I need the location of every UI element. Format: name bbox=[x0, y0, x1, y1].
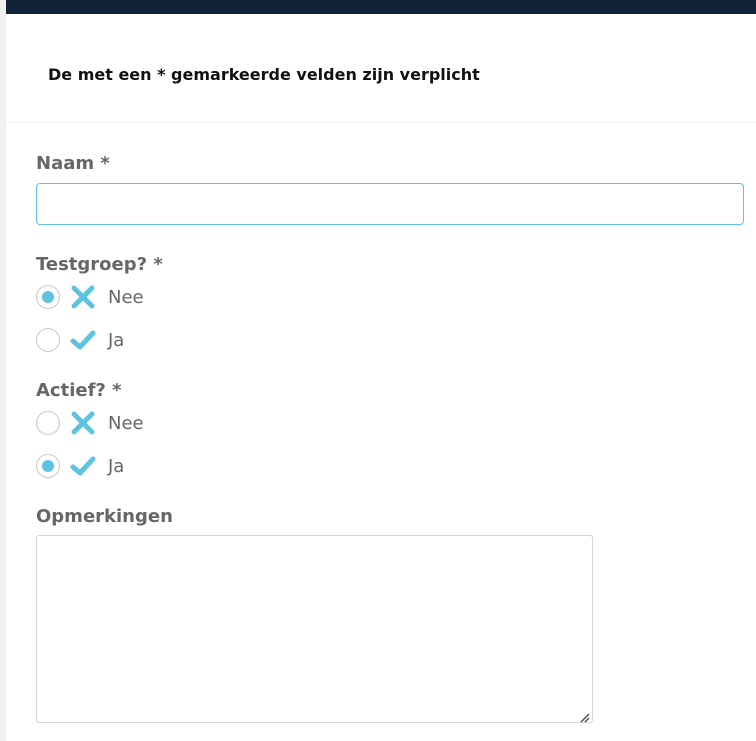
actief-ja-radio[interactable] bbox=[36, 454, 60, 478]
divider bbox=[6, 122, 756, 123]
radio-selected-dot bbox=[42, 460, 54, 472]
actief-nee-radio[interactable] bbox=[36, 411, 60, 435]
testgroep-ja-label: Ja bbox=[108, 329, 125, 351]
checkmark-icon bbox=[70, 453, 96, 479]
cross-icon bbox=[70, 284, 96, 310]
naam-label: Naam * bbox=[36, 153, 110, 174]
testgroep-option-ja[interactable]: Ja bbox=[36, 327, 124, 353]
radio-selected-dot bbox=[42, 291, 54, 303]
resize-grip-icon[interactable] bbox=[578, 708, 590, 723]
naam-input[interactable] bbox=[36, 183, 744, 225]
testgroep-nee-label: Nee bbox=[108, 286, 144, 308]
checkmark-icon bbox=[70, 327, 96, 353]
testgroep-label: Testgroep? * bbox=[36, 254, 163, 275]
opmerkingen-label: Opmerkingen bbox=[36, 506, 173, 527]
testgroep-nee-radio[interactable] bbox=[36, 285, 60, 309]
form-panel: De met een * gemarkeerde velden zijn ver… bbox=[6, 0, 756, 741]
testgroep-option-nee[interactable]: Nee bbox=[36, 284, 144, 310]
header-bar bbox=[6, 0, 756, 14]
actief-label: Actief? * bbox=[36, 380, 122, 401]
actief-ja-label: Ja bbox=[108, 455, 125, 477]
actief-option-nee[interactable]: Nee bbox=[36, 410, 144, 436]
actief-nee-label: Nee bbox=[108, 412, 144, 434]
cross-icon bbox=[70, 410, 96, 436]
opmerkingen-textarea[interactable] bbox=[36, 535, 593, 723]
required-fields-notice: De met een * gemarkeerde velden zijn ver… bbox=[48, 65, 480, 84]
testgroep-ja-radio[interactable] bbox=[36, 328, 60, 352]
actief-option-ja[interactable]: Ja bbox=[36, 453, 124, 479]
